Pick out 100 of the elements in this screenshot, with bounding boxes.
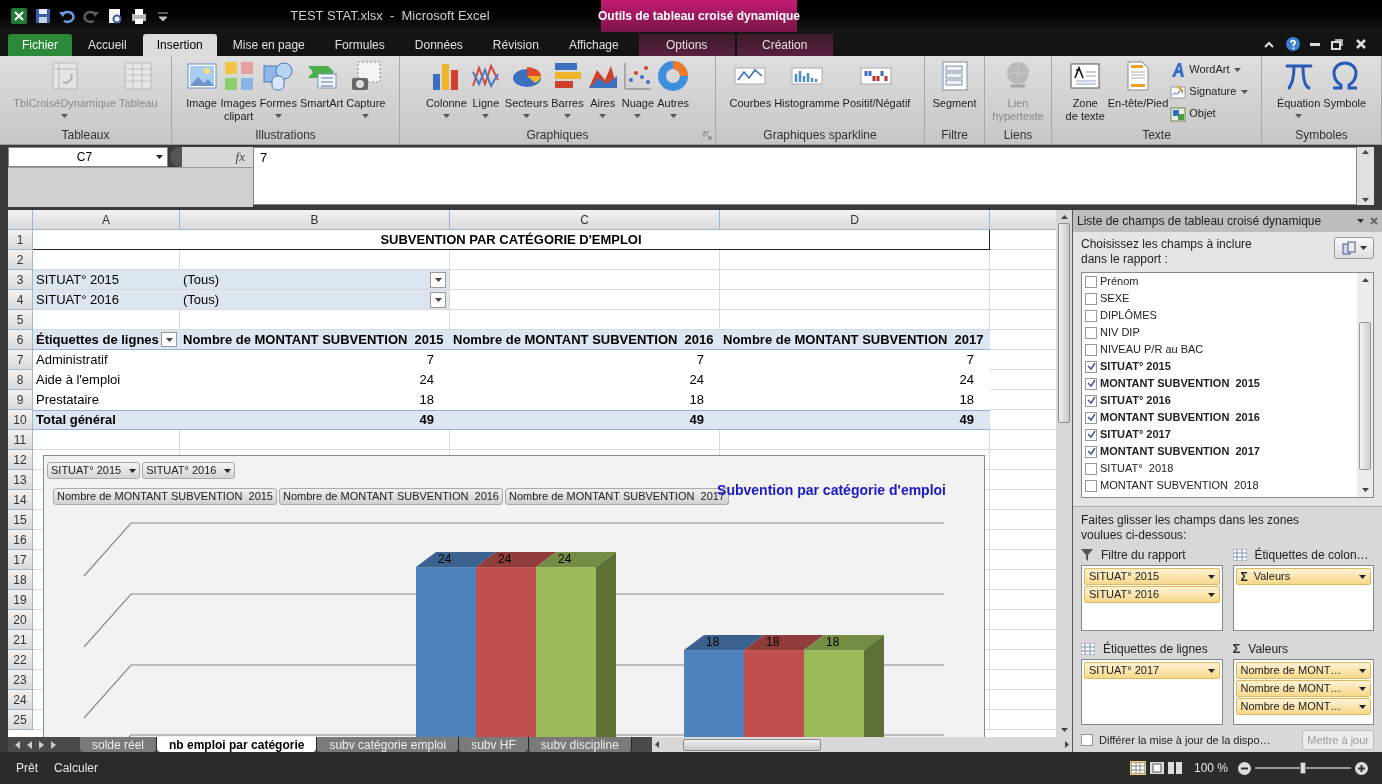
ribbon-button[interactable]: Histogramme	[773, 60, 841, 126]
ribbon-tab[interactable]: Fichier	[8, 34, 72, 56]
field-label[interactable]: Prénom	[1100, 273, 1139, 290]
field-label[interactable]: SITUAT° 2015	[1100, 358, 1171, 375]
ribbon-button[interactable]: SmartArt	[298, 60, 345, 126]
ribbon-button[interactable]: Aires	[585, 60, 620, 126]
ribbon-tab[interactable]: Données	[400, 34, 477, 56]
sigma-symbol: Σ	[1232, 640, 1241, 659]
data-label: 18	[706, 636, 720, 649]
table-cell: 49	[180, 410, 450, 430]
table-cell-text: Étiquettes de lignes	[36, 330, 159, 349]
ribbon-tab[interactable]: Options	[638, 34, 735, 56]
field-label[interactable]: SITUAT° 2018	[1100, 460, 1174, 477]
table-cell-text: 7	[695, 351, 705, 370]
area-label: Étiquettes de colon…	[1254, 546, 1369, 564]
table-cell-text: 24	[418, 371, 435, 390]
field-label[interactable]: SEXE	[1100, 290, 1130, 307]
field-label[interactable]: MONTANT SUBVENTION 2015	[1100, 375, 1260, 392]
sheet-tab[interactable]: subv catégorie emploi	[317, 737, 460, 752]
row-header: 20	[8, 610, 33, 630]
table-cell-text: (Tous)	[183, 270, 220, 289]
ribbon-button[interactable]: Secteurs	[503, 60, 550, 126]
status-text: Calculer	[54, 760, 99, 777]
field-filter-button[interactable]: SITUAT° 2016	[142, 462, 236, 479]
sheet-tab[interactable]: nb emploi par catégorie	[157, 737, 318, 752]
ribbon-button[interactable]: Autres	[656, 60, 691, 126]
ribbon-button[interactable]: Ligne	[468, 60, 503, 126]
checkbox-label[interactable]: Différer la mise à jour de la dispo…	[1099, 731, 1271, 749]
name-box[interactable]: C7	[8, 147, 168, 167]
ribbon-group-label: Illustrations	[255, 127, 316, 144]
ribbon-button[interactable]: Capture	[345, 60, 387, 126]
ribbon-tab[interactable]: Affichage	[554, 34, 633, 56]
area-label: Valeurs	[1248, 641, 1289, 658]
ribbon-button[interactable]: Barres	[550, 60, 585, 126]
field-button[interactable]: Nombre de MONT…	[1235, 698, 1371, 715]
field-button[interactable]: Nombre de MONT…	[1235, 680, 1371, 697]
sheet-tab[interactable]: subv HF	[459, 737, 529, 752]
table-cell: 49	[720, 410, 990, 430]
column-header: C	[450, 210, 720, 230]
ribbon-button[interactable]: Zone de texte	[1064, 60, 1106, 126]
instruction-text: Faites glisser les champs dans les zones voulues ci-dessous:	[1081, 513, 1301, 544]
table-cell: SITUAT° 2016	[33, 290, 180, 310]
ribbon-tab[interactable]: Formules	[320, 34, 399, 56]
ribbon-tab[interactable]: Insertion	[142, 34, 217, 56]
field-filter-button[interactable]: SITUAT° 2015	[47, 462, 141, 479]
ribbon-button[interactable]: Nuage	[620, 60, 656, 126]
ribbon-tab[interactable]: Accueil	[74, 34, 141, 56]
field-label[interactable]: SITUAT° 2017	[1100, 426, 1171, 443]
field-button[interactable]: Σ Valeurs	[1235, 568, 1371, 585]
ribbon-button[interactable]: Positif/Négatif	[841, 60, 912, 126]
column-header: A	[33, 210, 180, 230]
table-cell-text: 24	[958, 371, 975, 390]
ribbon-button[interactable]: Courbes	[728, 60, 773, 126]
ribbon-button[interactable]: Image	[184, 60, 219, 126]
drop-zone[interactable]: SITUAT° 2015 SITUAT° 2016	[1081, 565, 1223, 631]
ribbon-tab[interactable]: Révision	[478, 34, 553, 56]
field-label[interactable]: NIV DIP	[1100, 324, 1140, 341]
sheet-tab[interactable]: subv discipline	[528, 737, 632, 752]
row-header: 19	[8, 590, 33, 610]
sheet-tab[interactable]: solde réel	[80, 737, 158, 752]
drop-zone[interactable]: Nombre de MONT… Nombre de MONT… Nombre de MONT…	[1232, 659, 1374, 725]
field-button[interactable]: SITUAT° 2015	[1084, 568, 1220, 585]
ribbon-button[interactable]: Signature	[1170, 82, 1249, 101]
ribbon-button[interactable]: Images clipart	[219, 60, 258, 126]
field-label[interactable]: MONTANT SUBVENTION 2016	[1100, 409, 1260, 426]
drop-zone[interactable]: SITUAT° 2017	[1081, 659, 1223, 725]
field-label[interactable]: MONTANT SUBVENTION 2017	[1100, 443, 1260, 460]
ribbon-group-label: Graphiques	[526, 127, 589, 144]
field-button[interactable]: SITUAT° 2017	[1084, 662, 1220, 679]
value-field-button[interactable]: Nombre de MONTANT SUBVENTION 2016	[279, 488, 503, 505]
drop-zone[interactable]: Σ Valeurs	[1232, 565, 1374, 631]
field-label[interactable]: SITUAT° 2016	[1100, 392, 1171, 409]
field-label[interactable]: MONTANT SUBVENTION 2018	[1100, 477, 1259, 494]
data-label: 24	[438, 553, 452, 566]
ribbon-button[interactable]: WordArt	[1170, 60, 1249, 79]
row-header: 11	[8, 430, 33, 450]
table-cell-text: 18	[958, 391, 975, 410]
table-cell-text: 18	[688, 391, 705, 410]
table-cell-text: 7	[425, 351, 435, 370]
row-header: 15	[8, 510, 33, 530]
ribbon-button[interactable]: Segment	[931, 60, 978, 126]
field-button[interactable]: SITUAT° 2016	[1084, 586, 1220, 603]
ribbon-button[interactable]: Objet	[1170, 104, 1249, 123]
field-label[interactable]: NIVEAU P/R au BAC	[1100, 341, 1204, 358]
ribbon-button[interactable]: Formes	[258, 60, 298, 126]
row-header: 8	[8, 370, 33, 390]
ribbon-tab[interactable]: Mise en page	[218, 34, 319, 56]
field-button[interactable]: Nombre de MONT…	[1235, 662, 1371, 679]
formula-field[interactable]: 7	[253, 147, 1357, 205]
ribbon-button[interactable]: Symbole	[1322, 60, 1368, 126]
field-label[interactable]: DIPLÔMES	[1100, 307, 1157, 324]
table-cell-text: Aide à l'emploi	[35, 371, 122, 390]
row-header: 1	[8, 230, 33, 250]
ribbon-tab[interactable]: Création	[736, 34, 833, 56]
ribbon-button[interactable]: Colonne	[424, 60, 468, 126]
row-header: 24	[8, 690, 33, 710]
row-header: 13	[8, 470, 33, 490]
ribbon-button[interactable]: En-tête/Pied	[1106, 60, 1170, 126]
ribbon-button[interactable]: Équation	[1275, 60, 1322, 126]
value-field-button[interactable]: Nombre de MONTANT SUBVENTION 2015	[53, 488, 277, 505]
